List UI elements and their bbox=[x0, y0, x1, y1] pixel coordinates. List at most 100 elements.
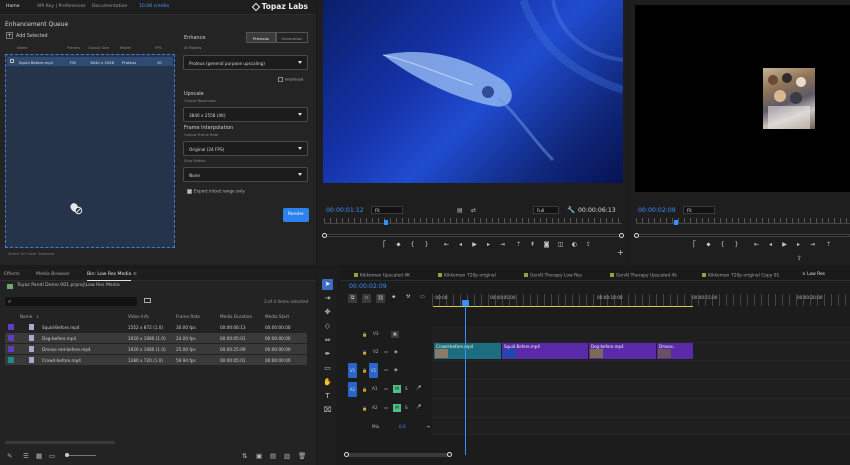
step-forward-icon[interactable]: ▸ bbox=[484, 241, 493, 248]
search-input[interactable] bbox=[5, 297, 137, 306]
program-playhead-marker[interactable] bbox=[384, 220, 388, 225]
camera-icon[interactable]: ◙ bbox=[542, 241, 551, 248]
mark-clip-in-icon[interactable]: { bbox=[408, 241, 417, 248]
export-frame-icon[interactable]: ⇪ bbox=[797, 255, 802, 262]
table-row[interactable]: Dog-before.mp4 1920 x 1080 (1.0) 24.00 f… bbox=[5, 333, 307, 343]
go-to-in-icon[interactable]: ⇤ bbox=[752, 241, 761, 248]
project-scrollbar[interactable] bbox=[5, 441, 115, 444]
new-item-icon[interactable]: ▥ bbox=[284, 452, 290, 460]
tab-media-browser[interactable]: Media Browser bbox=[36, 272, 70, 278]
lock-icon[interactable]: 🔒 bbox=[362, 406, 367, 411]
tab-bin-low-res-media[interactable]: Bin: Low Res Media bbox=[87, 272, 132, 281]
track-mix-lane[interactable] bbox=[432, 418, 850, 435]
insert-icon[interactable]: ⇡ bbox=[824, 241, 833, 248]
sync-icon[interactable]: ▭ bbox=[384, 405, 388, 410]
track-label-v3[interactable]: V3 bbox=[373, 331, 379, 336]
source-patch-v1[interactable]: V1 bbox=[348, 363, 357, 378]
rectangle-tool-icon[interactable]: ▭ bbox=[322, 363, 333, 374]
queue-row-checkbox[interactable] bbox=[10, 59, 14, 63]
add-marker-icon[interactable]: ⬥ bbox=[704, 241, 713, 249]
col-media-start[interactable]: Media Start bbox=[265, 314, 289, 319]
step-back-icon[interactable]: ◂ bbox=[456, 241, 465, 248]
track-label-a1[interactable]: A1 bbox=[372, 386, 378, 391]
go-to-out-icon[interactable]: ⇥ bbox=[808, 241, 817, 248]
trash-icon[interactable]: 🗑 bbox=[298, 452, 306, 460]
tab-sequence-1[interactable]: Kikkoman Upscaled 4K bbox=[354, 273, 410, 279]
pen-tool-icon[interactable]: ✒ bbox=[322, 349, 333, 360]
slow-motion-select[interactable]: None bbox=[183, 167, 308, 182]
table-row[interactable]: Crowd-before.mp4 1280 x 720 (1.0) 59.94 … bbox=[5, 355, 307, 365]
ai-model-select[interactable]: Proteus (general purpose upscaling) bbox=[183, 55, 308, 70]
output-resolution-select[interactable]: 3840 x 2558 (4K) bbox=[183, 107, 308, 122]
sort-icon[interactable]: ⇅ bbox=[242, 452, 247, 460]
pencil-icon[interactable]: ✎ bbox=[7, 452, 12, 460]
find-icon[interactable]: ▣ bbox=[256, 452, 262, 460]
eye-icon[interactable]: ◉ bbox=[394, 367, 398, 372]
lock-icon[interactable]: 🔒 bbox=[362, 387, 367, 392]
tab-menu-icon[interactable]: ≡ bbox=[133, 272, 137, 278]
timeline-playhead-handle[interactable] bbox=[462, 300, 469, 306]
timeline-clip[interactable]: Dmoos.. bbox=[657, 343, 693, 359]
step-forward-icon[interactable]: ▸ bbox=[794, 241, 803, 248]
snap-icon[interactable]: ∩ bbox=[362, 294, 371, 303]
scroll-handle-right[interactable] bbox=[447, 452, 452, 457]
vr-icon[interactable]: ◐ bbox=[570, 241, 579, 248]
freeform-view-icon[interactable]: ▭ bbox=[49, 452, 55, 460]
output-frame-rate-select[interactable]: Original (24 FPS) bbox=[183, 141, 308, 156]
mark-clip-in-icon[interactable]: { bbox=[718, 241, 727, 248]
col-name[interactable]: Name bbox=[20, 314, 32, 319]
solo-icon[interactable]: S bbox=[405, 386, 408, 391]
mark-clip-out-icon[interactable]: } bbox=[732, 241, 741, 248]
go-to-out-icon[interactable]: ⇥ bbox=[498, 241, 507, 248]
tab-sequence-2[interactable]: Kikkoman 720p original bbox=[438, 273, 496, 279]
nav-api-key[interactable]: API Key | Preferences bbox=[37, 4, 86, 10]
track-label-v1[interactable]: V1 bbox=[369, 363, 378, 378]
timeline-scrollbar[interactable] bbox=[344, 452, 452, 457]
timeline-timecode[interactable]: 00:00:02:09 bbox=[349, 283, 387, 290]
step-back-icon[interactable]: ◂ bbox=[766, 241, 775, 248]
export-frame-icon[interactable]: ⇪ bbox=[584, 241, 593, 248]
mute-icon[interactable]: M bbox=[393, 385, 401, 393]
add-button-icon[interactable]: + bbox=[617, 248, 624, 257]
source-zoom-scrollbar[interactable] bbox=[634, 233, 850, 238]
nav-documentation[interactable]: Documentation bbox=[92, 4, 127, 10]
microphone-icon[interactable]: 🎤 bbox=[416, 385, 421, 390]
add-marker-icon[interactable]: ⬥ bbox=[394, 241, 403, 249]
program-zoom-scrollbar[interactable] bbox=[322, 233, 624, 238]
icon-view-icon[interactable]: ▦ bbox=[36, 452, 42, 460]
mode-generation-button[interactable]: Generation bbox=[276, 32, 308, 43]
razor-tool-icon[interactable]: ◇ bbox=[322, 321, 333, 332]
nav-home[interactable]: Home bbox=[6, 4, 20, 10]
track-select-tool-icon[interactable]: ⇥ bbox=[322, 293, 333, 304]
track-a2-lane[interactable] bbox=[432, 399, 850, 418]
timeline-clip[interactable]: Crowd-before.mp4 bbox=[434, 343, 501, 359]
tab-sequence-3[interactable]: GenAI Therapy Low Res bbox=[524, 273, 582, 279]
microphone-icon[interactable]: 🎤 bbox=[416, 404, 421, 409]
list-view-icon[interactable]: ☰ bbox=[23, 452, 29, 460]
program-timecode[interactable]: 00:00:01:12 bbox=[326, 207, 364, 214]
source-patch-a1[interactable]: A1 bbox=[348, 382, 357, 397]
zoom-slider[interactable] bbox=[66, 455, 96, 456]
play-icon[interactable]: ▶ bbox=[780, 241, 789, 248]
table-row[interactable]: Dmoos-red-before.mp4 1920 x 1080 (1.0) 2… bbox=[5, 344, 307, 354]
table-row[interactable]: Squid-Before.mp4 1552 x 872 (1.0) 30.00 … bbox=[5, 322, 307, 332]
type-tool-icon[interactable]: T bbox=[322, 391, 333, 402]
lock-icon[interactable]: 🔒 bbox=[362, 332, 367, 337]
timeline-clip[interactable]: Squid Before.mp4 bbox=[502, 343, 588, 359]
col-media-duration[interactable]: Media Duration bbox=[220, 314, 252, 319]
timeline-playhead[interactable] bbox=[465, 300, 466, 455]
slip-tool-icon[interactable]: ⇔ bbox=[322, 335, 333, 346]
wrench-icon[interactable]: ⚒ bbox=[406, 294, 410, 300]
track-label-a2[interactable]: A2 bbox=[372, 405, 378, 410]
extract-icon[interactable]: ⇞ bbox=[528, 241, 537, 248]
program-quality-select[interactable]: Full bbox=[533, 206, 559, 214]
track-label-v2[interactable]: V2 bbox=[373, 349, 379, 354]
lock-icon[interactable]: 🔒 bbox=[362, 350, 367, 355]
track-label-mix[interactable]: Mix bbox=[372, 424, 379, 429]
mix-volume-value[interactable]: 0.0 bbox=[399, 424, 406, 429]
lift-icon[interactable]: ⇡ bbox=[514, 241, 523, 248]
work-area-bar[interactable] bbox=[433, 306, 693, 307]
track-v1-lane[interactable] bbox=[432, 361, 850, 380]
tab-sequence-5[interactable]: Kikkoman 720p original Copy 01 bbox=[702, 273, 779, 279]
mix-arrow-icon[interactable]: ⇥ bbox=[426, 424, 430, 429]
